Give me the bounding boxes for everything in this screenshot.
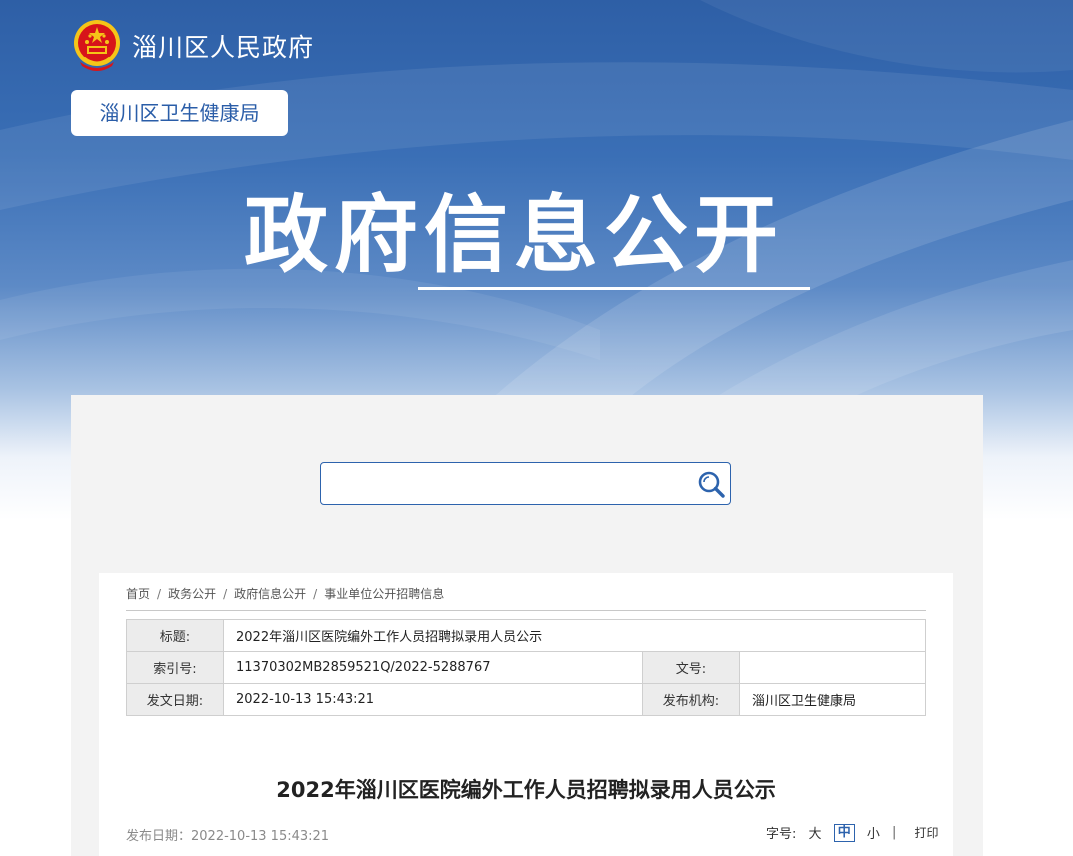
search-box[interactable] (320, 462, 731, 505)
breadcrumb-info-disclosure[interactable]: 政府信息公开 (234, 587, 306, 601)
breadcrumb-divider (126, 610, 926, 611)
hero-title: 政府信息公开 (244, 186, 785, 284)
table-row: 索引号: 11370302MB2859521Q/2022-5288767 文号: (126, 651, 926, 684)
index-label: 索引号: (126, 651, 224, 684)
tools-divider: | (892, 825, 897, 840)
print-button[interactable]: 打印 (915, 824, 939, 841)
hero-underline (418, 287, 810, 290)
breadcrumb-separator: / (157, 587, 162, 601)
article-tools: 字号: 大 中 小 | 打印 (766, 823, 939, 842)
breadcrumb-separator: / (313, 587, 318, 601)
table-row: 标题: 2022年淄川区医院编外工作人员招聘拟录用人员公示 (126, 619, 926, 652)
article-title: 2022年淄川区医院编外工作人员招聘拟录用人员公示 (276, 778, 776, 802)
search-input[interactable] (329, 469, 693, 499)
document-meta-table: 标题: 2022年淄川区医院编外工作人员招聘拟录用人员公示 索引号: 11370… (126, 619, 926, 716)
search-icon[interactable] (696, 469, 726, 499)
title-label: 标题: (126, 619, 224, 652)
font-size-medium-button[interactable]: 中 (833, 823, 855, 842)
breadcrumb: 首页 / 政务公开 / 政府信息公开 / 事业单位公开招聘信息 (126, 585, 444, 602)
doc-no-value (739, 651, 926, 684)
breadcrumb-affairs[interactable]: 政务公开 (168, 587, 216, 601)
font-size-label: 字号: (766, 827, 797, 842)
doc-no-label: 文号: (642, 651, 740, 684)
site-name[interactable]: 淄川区人民政府 (132, 28, 314, 64)
index-value: 11370302MB2859521Q/2022-5288767 (223, 651, 643, 684)
table-row: 发文日期: 2022-10-13 15:43:21 发布机构: 淄川区卫生健康局 (126, 683, 926, 716)
org-label: 发布机构: (642, 683, 740, 716)
date-value: 2022-10-13 15:43:21 (223, 683, 643, 716)
department-button[interactable]: 淄川区卫生健康局 (71, 90, 288, 136)
breadcrumb-home[interactable]: 首页 (126, 587, 150, 601)
breadcrumb-separator: / (223, 587, 228, 601)
national-emblem-icon (74, 20, 120, 71)
publish-date: 发布日期：2022-10-13 15:43:21 (126, 829, 330, 844)
org-value: 淄川区卫生健康局 (739, 683, 926, 716)
title-value: 2022年淄川区医院编外工作人员招聘拟录用人员公示 (223, 619, 926, 652)
breadcrumb-recruitment[interactable]: 事业单位公开招聘信息 (324, 587, 444, 601)
font-size-large-button[interactable]: 大 (809, 823, 822, 842)
date-label: 发文日期: (126, 683, 224, 716)
font-size-small-button[interactable]: 小 (867, 823, 880, 842)
